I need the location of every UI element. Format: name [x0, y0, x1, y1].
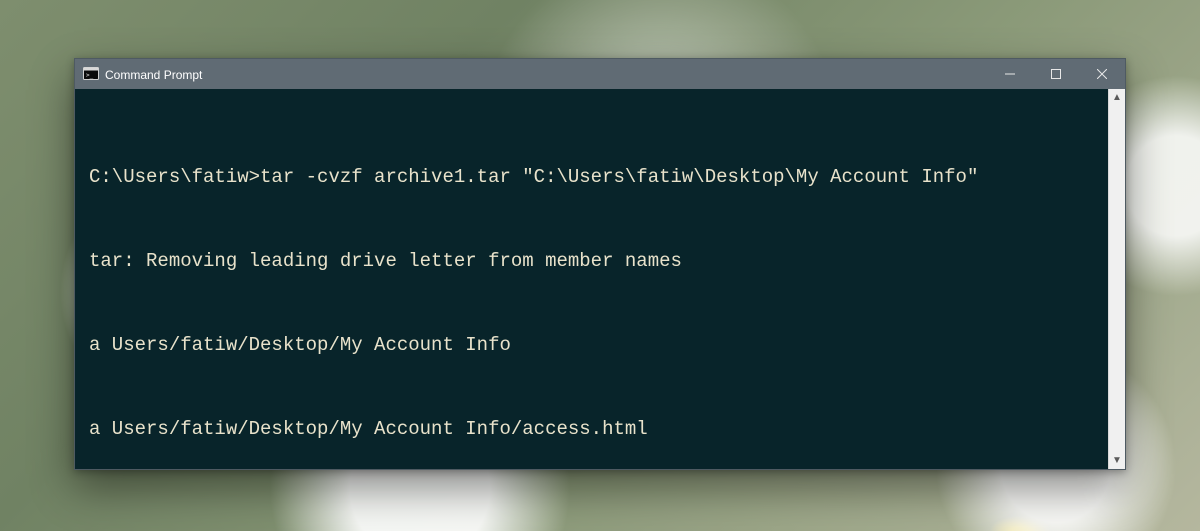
chevron-up-icon: ▲	[1112, 92, 1122, 103]
scroll-down-button[interactable]: ▼	[1109, 452, 1125, 469]
command-prompt-window: >_ Command Prompt C:\Users\fatiw>tar -cv…	[74, 58, 1126, 470]
command-prompt-icon: >_	[83, 66, 99, 82]
window-title: Command Prompt	[105, 67, 202, 82]
terminal-line: a Users/fatiw/Desktop/My Account Info	[89, 331, 1100, 359]
terminal-line: tar: Removing leading drive letter from …	[89, 247, 1100, 275]
terminal-output[interactable]: C:\Users\fatiw>tar -cvzf archive1.tar "C…	[75, 89, 1108, 469]
titlebar[interactable]: >_ Command Prompt	[75, 59, 1125, 89]
svg-text:>_: >_	[86, 72, 94, 79]
close-button[interactable]	[1079, 59, 1125, 89]
minimize-button[interactable]	[987, 59, 1033, 89]
maximize-button[interactable]	[1033, 59, 1079, 89]
desktop-background: >_ Command Prompt C:\Users\fatiw>tar -cv…	[0, 0, 1200, 531]
chevron-down-icon: ▼	[1112, 455, 1122, 466]
scrollbar-track[interactable]	[1109, 106, 1125, 452]
terminal-line: C:\Users\fatiw>tar -cvzf archive1.tar "C…	[89, 163, 1100, 191]
window-client-area: C:\Users\fatiw>tar -cvzf archive1.tar "C…	[75, 89, 1125, 469]
scroll-up-button[interactable]: ▲	[1109, 89, 1125, 106]
terminal-line: a Users/fatiw/Desktop/My Account Info/ac…	[89, 415, 1100, 443]
vertical-scrollbar[interactable]: ▲ ▼	[1108, 89, 1125, 469]
